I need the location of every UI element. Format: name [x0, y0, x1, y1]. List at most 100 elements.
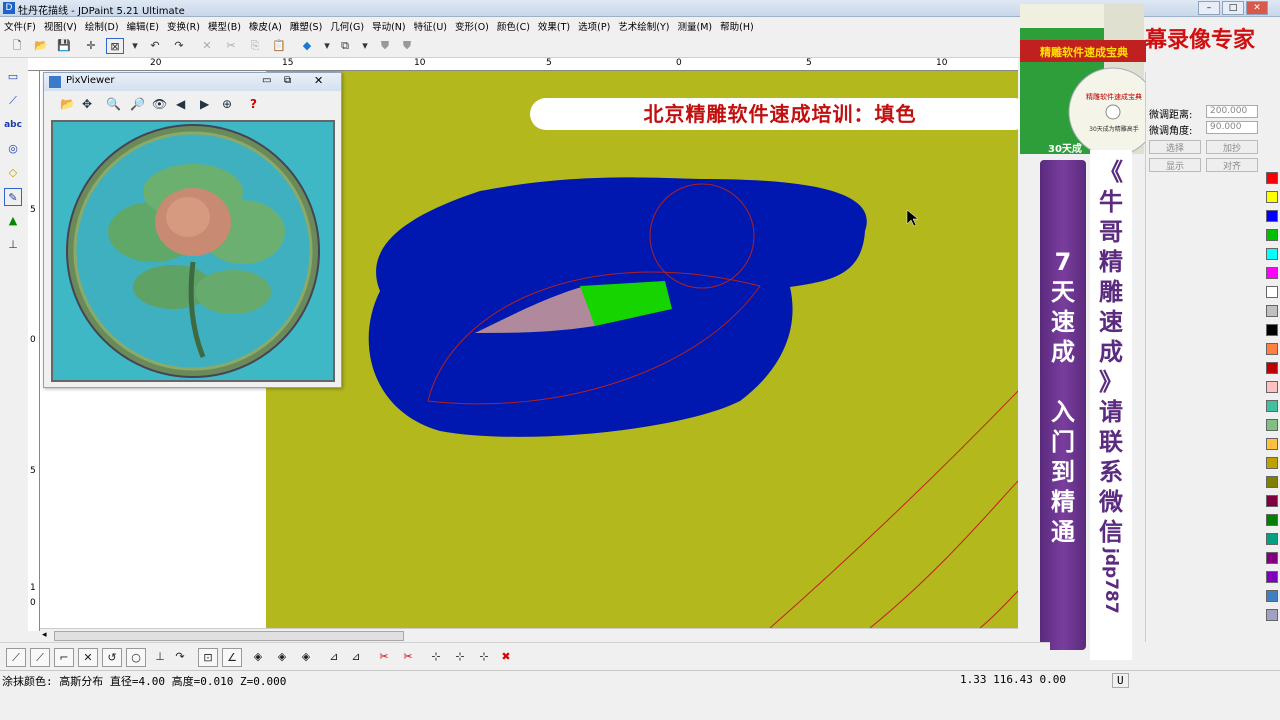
menu-item[interactable]: 特征(U) [410, 17, 451, 35]
measure-icon[interactable]: ⊥ [4, 236, 22, 254]
save-icon[interactable]: 💾 [55, 38, 73, 54]
color-swatch[interactable] [1266, 400, 1278, 412]
select-button[interactable]: 选择 [1149, 140, 1201, 154]
scroll-left-icon[interactable]: ◂ [42, 630, 47, 640]
color-swatch[interactable] [1266, 267, 1278, 279]
close-button[interactable]: ✕ [1246, 1, 1268, 15]
rectangle-icon[interactable]: ▭ [4, 68, 22, 86]
view-cube-icon[interactable]: ◆ [298, 38, 316, 54]
color-swatch[interactable] [1266, 457, 1278, 469]
menu-item[interactable]: 颜色(C) [493, 17, 534, 35]
color-swatch[interactable] [1266, 533, 1278, 545]
pixviewer-minimize-button[interactable]: ▭ [262, 75, 271, 86]
open-folder-icon[interactable]: 📂 [32, 38, 50, 54]
pixviewer-restore-button[interactable]: ⧉ [284, 75, 291, 86]
color-swatch[interactable] [1266, 419, 1278, 431]
right-arrow-icon[interactable]: ▶ [200, 97, 209, 111]
tangent-icon[interactable]: ↷ [170, 648, 190, 667]
color-swatch[interactable] [1266, 571, 1278, 583]
eye-icon[interactable]: 👁 [152, 97, 167, 111]
color-swatch[interactable] [1266, 172, 1278, 184]
delete-red-icon[interactable]: ✖ [496, 648, 516, 667]
color-swatch[interactable] [1266, 343, 1278, 355]
cross-icon[interactable]: ✕ [78, 648, 98, 667]
help-icon[interactable]: ? [250, 97, 257, 111]
menu-item[interactable]: 视图(V) [40, 17, 81, 35]
undo-icon[interactable]: ↶ [146, 38, 164, 54]
break-icon[interactable]: ✂ [374, 648, 394, 667]
color-swatch[interactable] [1266, 210, 1278, 222]
menu-item[interactable]: 绘制(D) [81, 17, 123, 35]
extend-icon[interactable]: ⊿ [346, 648, 366, 667]
color-swatch[interactable] [1266, 229, 1278, 241]
menu-item[interactable]: 文件(F) [0, 17, 40, 35]
snap-angle-icon[interactable]: ∠ [222, 648, 242, 667]
color-swatch[interactable] [1266, 476, 1278, 488]
pen-icon[interactable]: ✎ [4, 188, 22, 206]
snap-point-icon[interactable]: ⊡ [198, 648, 218, 667]
angle-line-icon[interactable]: ⟋ [30, 648, 50, 667]
menu-item[interactable]: 橡皮(A) [245, 17, 286, 35]
menu-item[interactable]: 雕塑(S) [286, 17, 326, 35]
menu-item[interactable]: 变换(R) [163, 17, 204, 35]
text-abc-icon[interactable]: abc [4, 116, 22, 134]
color-swatch[interactable] [1266, 191, 1278, 203]
show-button[interactable]: 显示 [1149, 158, 1201, 172]
color-swatch[interactable] [1266, 438, 1278, 450]
menu-item[interactable]: 变形(O) [451, 17, 493, 35]
zoom-fit-icon[interactable]: ⊕ [222, 97, 232, 111]
add-button[interactable]: 加抄 [1206, 140, 1258, 154]
maximize-button[interactable]: □ [1222, 1, 1244, 15]
select-box-icon[interactable]: ⊠ [106, 38, 124, 54]
crosshair-icon[interactable]: ✛ [82, 38, 100, 54]
diamond-c-icon[interactable]: ◈ [296, 648, 316, 667]
open-icon[interactable]: 📂 [60, 97, 75, 111]
menu-item[interactable]: 模型(B) [204, 17, 245, 35]
polyline-icon[interactable]: ⟋ [4, 92, 22, 110]
color-swatch[interactable] [1266, 324, 1278, 336]
align-button[interactable]: 对齐 [1206, 158, 1258, 172]
menu-item[interactable]: 测量(M) [674, 17, 717, 35]
circle-icon[interactable]: ◎ [4, 140, 22, 158]
color-swatch[interactable] [1266, 286, 1278, 298]
dropdown-arrow-icon[interactable]: ▾ [126, 38, 144, 54]
menu-item[interactable]: 艺术绘制(Y) [614, 17, 673, 35]
corner-icon[interactable]: ⌐ [54, 648, 74, 667]
color-swatch[interactable] [1266, 590, 1278, 602]
smooth-icon[interactable]: ⊹ [450, 648, 470, 667]
menu-item[interactable]: 帮助(H) [716, 17, 758, 35]
diamond-a-icon[interactable]: ◈ [248, 648, 268, 667]
join-icon[interactable]: ✂ [398, 648, 418, 667]
dropdown-arrow-icon[interactable]: ▾ [318, 38, 336, 54]
pixviewer-close-button[interactable]: ✕ [314, 74, 323, 87]
color-swatch[interactable] [1266, 495, 1278, 507]
left-arrow-icon[interactable]: ◀ [176, 97, 185, 111]
new-file-icon[interactable]: 🗋 [8, 38, 26, 54]
menu-item[interactable]: 几何(G) [326, 17, 368, 35]
menu-item[interactable]: 效果(T) [534, 17, 574, 35]
color-swatch[interactable] [1266, 248, 1278, 260]
diamond-b-icon[interactable]: ◈ [272, 648, 292, 667]
menu-item[interactable]: 导动(N) [368, 17, 410, 35]
color-swatch[interactable] [1266, 552, 1278, 564]
color-swatch[interactable] [1266, 609, 1278, 621]
line-tool-icon[interactable]: ⟋ [6, 648, 26, 667]
perpendicular-icon[interactable]: ⊥ [150, 648, 170, 667]
color-swatch[interactable] [1266, 305, 1278, 317]
menu-item[interactable]: 编辑(E) [123, 17, 163, 35]
shield-icon[interactable]: ⛊ [398, 38, 416, 54]
scroll-thumb[interactable] [54, 631, 404, 641]
color-swatch[interactable] [1266, 381, 1278, 393]
circle-tool-icon[interactable]: ○ [126, 648, 146, 667]
trim-icon[interactable]: ⊿ [324, 648, 344, 667]
zoom-out-icon[interactable]: 🔎 [130, 97, 145, 111]
copy-icon[interactable]: ⎘ [246, 38, 264, 54]
fine-distance-input[interactable]: 200.000 [1206, 105, 1258, 118]
move-icon[interactable]: ✥ [82, 97, 92, 111]
shield-icon[interactable]: ⛊ [376, 38, 394, 54]
menu-item[interactable]: 选项(P) [574, 17, 614, 35]
arc-icon[interactable]: ↺ [102, 648, 122, 667]
fine-angle-input[interactable]: 90.000 [1206, 121, 1258, 134]
dropdown-arrow-icon[interactable]: ▾ [356, 38, 374, 54]
node-add-icon[interactable]: ⊹ [474, 648, 494, 667]
